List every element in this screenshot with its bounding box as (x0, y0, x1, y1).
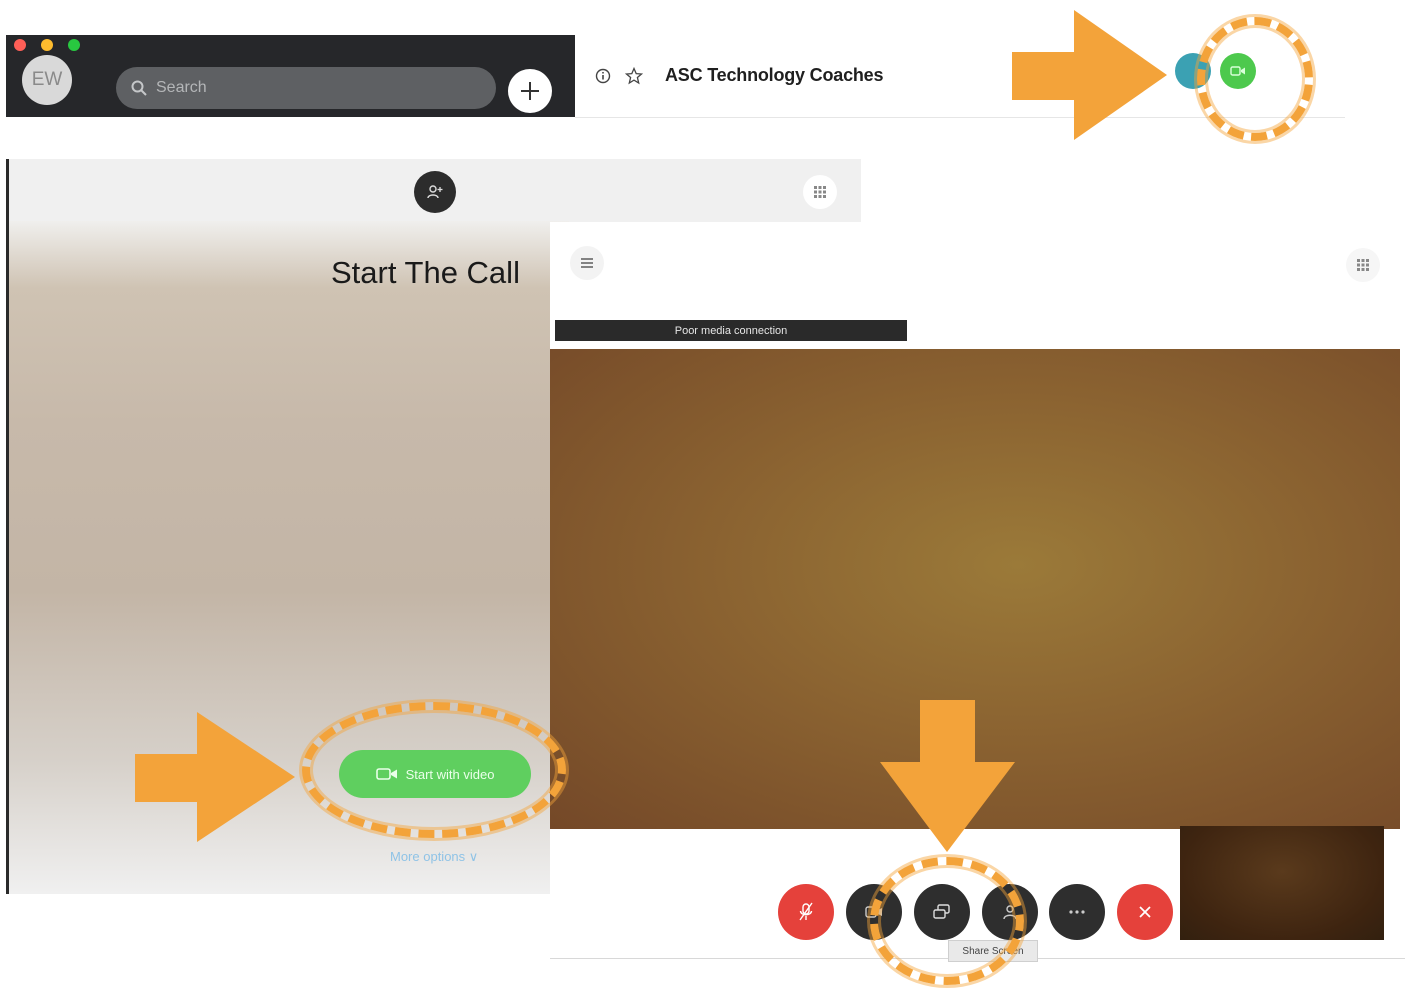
hamburger-icon (581, 258, 593, 268)
search-icon (131, 80, 147, 96)
mute-button[interactable] (778, 884, 834, 940)
add-person-icon (427, 185, 443, 199)
more-options-icon (1069, 910, 1085, 914)
start-call-title: Start The Call (331, 255, 520, 290)
layout-grid-button[interactable] (803, 175, 837, 209)
connection-status-banner: Poor media connection (555, 320, 907, 341)
search-placeholder: Search (156, 79, 207, 96)
star-icon[interactable] (625, 67, 643, 85)
annotation-arrow-right-icon (135, 712, 295, 842)
plus-icon (521, 82, 539, 100)
annotation-circle (870, 857, 1024, 985)
zoom-window-icon[interactable] (68, 39, 80, 51)
grid-icon (1357, 259, 1369, 271)
add-participant-button[interactable] (414, 171, 456, 213)
space-title: ASC Technology Coaches (665, 65, 884, 85)
minimize-window-icon[interactable] (41, 39, 53, 51)
layout-grid-button[interactable] (1346, 248, 1380, 282)
info-icon[interactable] (595, 68, 611, 84)
annotation-circle (302, 702, 566, 838)
close-window-icon[interactable] (14, 39, 26, 51)
annotation-arrow-down-icon (880, 700, 1015, 852)
search-input[interactable]: Search (116, 67, 496, 109)
add-space-button[interactable] (508, 69, 552, 113)
annotation-arrow-right-icon (1012, 10, 1167, 140)
more-options-button[interactable] (1049, 884, 1105, 940)
end-call-icon (1139, 906, 1151, 918)
mute-icon (799, 902, 813, 921)
self-view-video[interactable] (1180, 826, 1384, 940)
menu-button[interactable] (570, 246, 604, 280)
avatar[interactable]: EW (22, 55, 72, 105)
more-options-link[interactable]: More options ∨ (390, 849, 478, 865)
grid-icon (814, 186, 826, 198)
app-sidebar-header: EW Search (6, 35, 575, 117)
end-call-button[interactable] (1117, 884, 1173, 940)
annotation-circle (1197, 17, 1313, 141)
